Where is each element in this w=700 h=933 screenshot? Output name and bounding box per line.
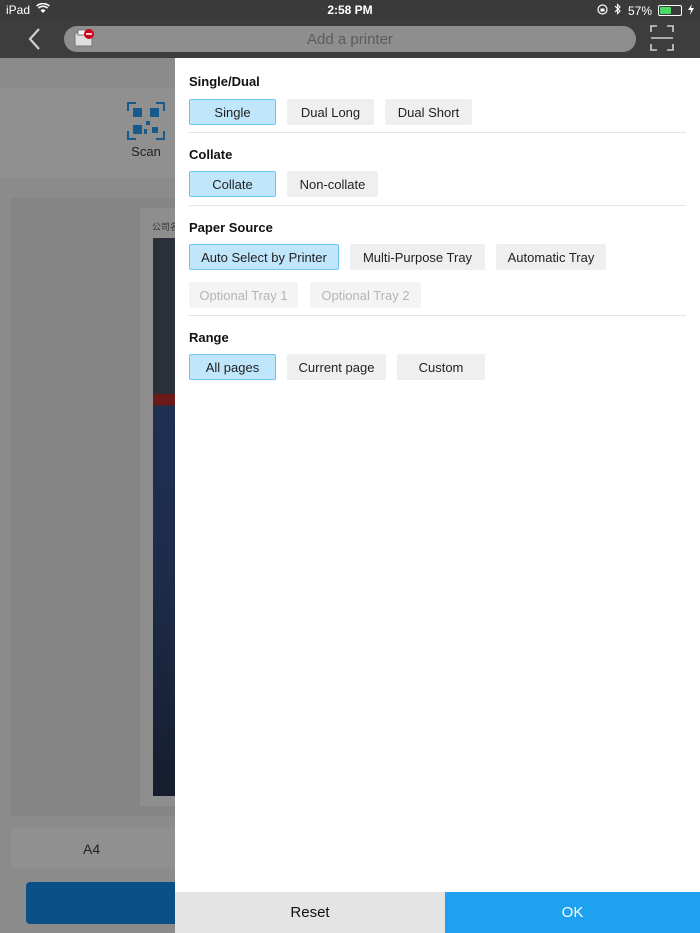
background-page: Scan 公司名 A4	[0, 58, 175, 933]
bluetooth-icon	[614, 3, 622, 18]
paper-size-selector[interactable]: A4	[11, 828, 175, 868]
status-time: 2:58 PM	[327, 3, 373, 17]
divider	[189, 205, 686, 206]
paper-source-title: Paper Source	[189, 220, 273, 235]
battery-percent: 57%	[627, 3, 652, 18]
option-optional-tray-1: Optional Tray 1	[189, 282, 298, 308]
printer-placeholder: Add a printer	[307, 31, 393, 48]
nav-bar: Add a printer	[0, 20, 700, 58]
preview-photo	[153, 238, 175, 796]
ok-button[interactable]: OK	[445, 892, 700, 933]
print-button[interactable]	[26, 882, 175, 924]
charging-icon	[688, 3, 694, 18]
option-collate[interactable]: Collate	[189, 171, 276, 197]
option-auto-select[interactable]: Auto Select by Printer	[189, 244, 339, 270]
option-optional-tray-2: Optional Tray 2	[310, 282, 421, 308]
print-settings-panel: Single/Dual Single Dual Long Dual Short …	[175, 58, 700, 933]
reset-button[interactable]: Reset	[175, 892, 445, 933]
paper-size-label: A4	[83, 841, 101, 857]
divider	[189, 315, 686, 316]
option-all-pages[interactable]: All pages	[189, 354, 276, 380]
battery-icon	[658, 5, 682, 16]
option-dual-short[interactable]: Dual Short	[385, 99, 472, 125]
option-automatic-tray[interactable]: Automatic Tray	[496, 244, 606, 270]
option-dual-long[interactable]: Dual Long	[287, 99, 374, 125]
orientation-lock-icon	[597, 3, 608, 18]
paper-tag: 公司名	[152, 222, 175, 232]
battery-level-fill	[660, 7, 672, 14]
panel-footer: Reset OK	[175, 892, 700, 933]
divider	[189, 132, 686, 133]
status-bar: iPad 2:58 PM 57%	[0, 0, 700, 20]
qr-code-icon	[127, 102, 165, 140]
scan-label: Scan	[131, 144, 161, 159]
add-printer-field[interactable]: Add a printer	[64, 26, 636, 52]
back-chevron-icon[interactable]	[22, 26, 48, 52]
option-current-page[interactable]: Current page	[287, 354, 386, 380]
scan-qr-button[interactable]: Scan	[124, 102, 168, 159]
option-non-collate[interactable]: Non-collate	[287, 171, 378, 197]
scan-frame-icon[interactable]	[650, 25, 674, 51]
collate-title: Collate	[189, 147, 233, 162]
single-dual-title: Single/Dual	[189, 74, 260, 89]
option-custom[interactable]: Custom	[397, 354, 485, 380]
range-title: Range	[189, 330, 229, 345]
option-multi-purpose-tray[interactable]: Multi-Purpose Tray	[350, 244, 485, 270]
option-single[interactable]: Single	[189, 99, 276, 125]
